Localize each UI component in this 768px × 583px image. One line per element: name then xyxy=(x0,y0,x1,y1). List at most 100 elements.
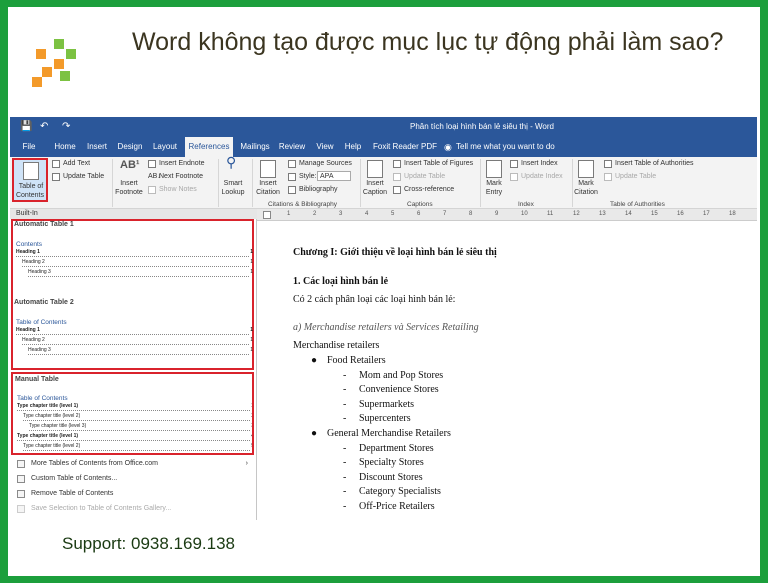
ruler-tick: 11 xyxy=(547,211,554,217)
ruler-tick: 4 xyxy=(365,211,369,217)
word-screenshot: 💾 ↶ ↷ Phân tích loại hình bán lẻ siêu th… xyxy=(10,117,757,520)
update-table-button[interactable]: Update Table xyxy=(63,172,104,181)
tab-home[interactable]: Home xyxy=(50,137,80,157)
manage-sources-button[interactable]: Manage Sources xyxy=(299,159,352,168)
tab-foxit[interactable]: Foxit Reader PDF xyxy=(370,137,440,157)
insert-citation-button[interactable]: Insert xyxy=(254,179,282,188)
ruler-tick: 12 xyxy=(573,211,580,217)
tab-insert[interactable]: Insert xyxy=(82,137,112,157)
insert-footnote-button[interactable]: Insert xyxy=(116,179,142,188)
tab-review[interactable]: Review xyxy=(276,137,308,157)
style-icon xyxy=(288,173,296,181)
section-heading: 1. Các loại hình bán lẻ xyxy=(293,276,389,287)
show-notes-button[interactable]: Show Notes xyxy=(159,185,197,194)
merchandise-label: Merchandise retailers xyxy=(293,340,380,351)
group-authorities-label: Table of Authorities xyxy=(610,201,665,208)
insert-table-of-figures-button[interactable]: Insert Table of Figures xyxy=(404,159,473,168)
tell-me-box[interactable]: Tell me what you want to do xyxy=(456,137,555,157)
toc-icon xyxy=(23,162,39,180)
smart-lookup-button[interactable]: Smart xyxy=(220,179,246,188)
horizontal-ruler: 1 2 3 4 5 6 7 8 9 10 11 12 13 14 15 16 17 18 xyxy=(257,209,757,221)
headline: Word không tạo được mục lục tự động phải… xyxy=(132,28,724,56)
undo-icon[interactable]: ↶ xyxy=(40,121,48,132)
ruler-tick: 6 xyxy=(417,211,421,217)
ruler-tick: 2 xyxy=(313,211,317,217)
tab-mailings[interactable]: Mailings xyxy=(236,137,274,157)
list-item: Department Stores xyxy=(359,443,434,454)
table-of-contents-button[interactable]: Table of Contents xyxy=(12,158,48,202)
insert-endnote-button[interactable]: Insert Endnote xyxy=(159,159,205,168)
automatic-table-1[interactable]: Automatic Table 1 Contents Heading 11 He… xyxy=(10,219,256,297)
list-item: General Merchandise Retailers xyxy=(327,428,451,439)
chevron-right-icon: › xyxy=(245,460,248,467)
group-citations-label: Citations & Bibliography xyxy=(268,201,338,208)
custom-toc-icon xyxy=(17,475,25,483)
ruler-tick: 10 xyxy=(521,211,528,217)
manual-table[interactable]: Manual Table Table of Contents Type chap… xyxy=(11,372,254,455)
list-item: Supercenters xyxy=(359,413,411,424)
smart-lookup-icon: ⚲ xyxy=(226,154,237,170)
list-item: Discount Stores xyxy=(359,472,423,483)
mark-entry-icon xyxy=(486,160,502,178)
mark-entry-button[interactable]: Mark xyxy=(482,179,506,188)
update-table-icon xyxy=(52,173,60,181)
document-page: Chương I: Giới thiệu về loại hình bán lẻ… xyxy=(257,221,757,520)
insert-index-button[interactable]: Insert Index xyxy=(521,159,558,168)
tab-design[interactable]: Design xyxy=(114,137,146,157)
builtin-label: Built-In xyxy=(10,209,257,219)
redo-icon[interactable]: ↷ xyxy=(62,121,70,132)
document-title: Phân tích loại hình bán lẻ siêu thị - Wo… xyxy=(410,122,554,131)
insert-caption-icon xyxy=(367,160,383,178)
brand-logo xyxy=(32,39,92,89)
ruler-tick: 18 xyxy=(729,211,736,217)
menu-more-tables[interactable]: More Tables of Contents from Office.com › xyxy=(10,457,256,471)
cross-reference-button[interactable]: Cross-reference xyxy=(404,185,454,194)
subsection-heading: a) Merchandise retailers và Services Ret… xyxy=(293,322,479,333)
cross-reference-icon xyxy=(393,186,401,194)
automatic-table-2[interactable]: Automatic Table 2 Table of Contents Head… xyxy=(10,297,256,369)
add-text-button[interactable]: Add Text xyxy=(63,159,90,168)
bibliography-button[interactable]: Bibliography xyxy=(299,185,338,194)
ruler-tick: 5 xyxy=(391,211,395,217)
ruler-tick: 15 xyxy=(651,211,658,217)
ruler-tick: 16 xyxy=(677,211,684,217)
table-of-authorities-icon xyxy=(604,160,612,168)
table-of-figures-icon xyxy=(393,160,401,168)
ruler-tick: 7 xyxy=(443,211,447,217)
tab-help[interactable]: Help xyxy=(340,137,366,157)
update-figures-button[interactable]: Update Table xyxy=(404,172,445,181)
list-item: Convenience Stores xyxy=(359,384,439,395)
menu-save-selection[interactable]: Save Selection to Table of Contents Gall… xyxy=(10,502,256,516)
next-footnote-button[interactable]: Next Footnote xyxy=(159,172,203,181)
bullet-icon: ● xyxy=(311,355,318,366)
insert-caption-button[interactable]: Insert xyxy=(362,179,388,188)
mark-citation-button[interactable]: Mark xyxy=(572,179,600,188)
insert-citation-icon xyxy=(260,160,276,178)
tab-selector-icon[interactable] xyxy=(263,211,271,219)
list-item: Category Specialists xyxy=(359,486,441,497)
update-index-button[interactable]: Update Index xyxy=(521,172,563,181)
remove-toc-icon xyxy=(17,490,25,498)
menu-custom-toc[interactable]: Custom Table of Contents... xyxy=(10,472,256,486)
mark-citation-icon xyxy=(578,160,594,178)
tab-view[interactable]: View xyxy=(312,137,338,157)
insert-table-of-authorities-button[interactable]: Insert Table of Authorities xyxy=(615,159,693,168)
save-icon[interactable]: 💾 xyxy=(20,121,32,132)
tab-layout[interactable]: Layout xyxy=(148,137,182,157)
group-captions-label: Captions xyxy=(407,201,433,208)
save-selection-icon xyxy=(17,505,25,513)
show-notes-icon xyxy=(148,186,156,194)
update-index-icon xyxy=(510,173,518,181)
update-authorities-button[interactable]: Update Table xyxy=(615,172,656,181)
ribbon: Table of Contents Add Text Update Table … xyxy=(10,154,757,209)
list-item: Supermarkets xyxy=(359,399,414,410)
update-figures-icon xyxy=(393,173,401,181)
ribbon-tabs: File Home Insert Design Layout Reference… xyxy=(10,137,757,157)
menu-remove-toc[interactable]: Remove Table of Contents xyxy=(10,487,256,501)
tab-file[interactable]: File xyxy=(16,137,42,157)
ruler-tick: 8 xyxy=(469,211,473,217)
list-item: Off-Price Retailers xyxy=(359,501,435,512)
style-label: Style: xyxy=(299,173,317,180)
style-select[interactable]: APA xyxy=(317,171,351,181)
support-phone: Support: 0938.169.138 xyxy=(62,534,235,553)
